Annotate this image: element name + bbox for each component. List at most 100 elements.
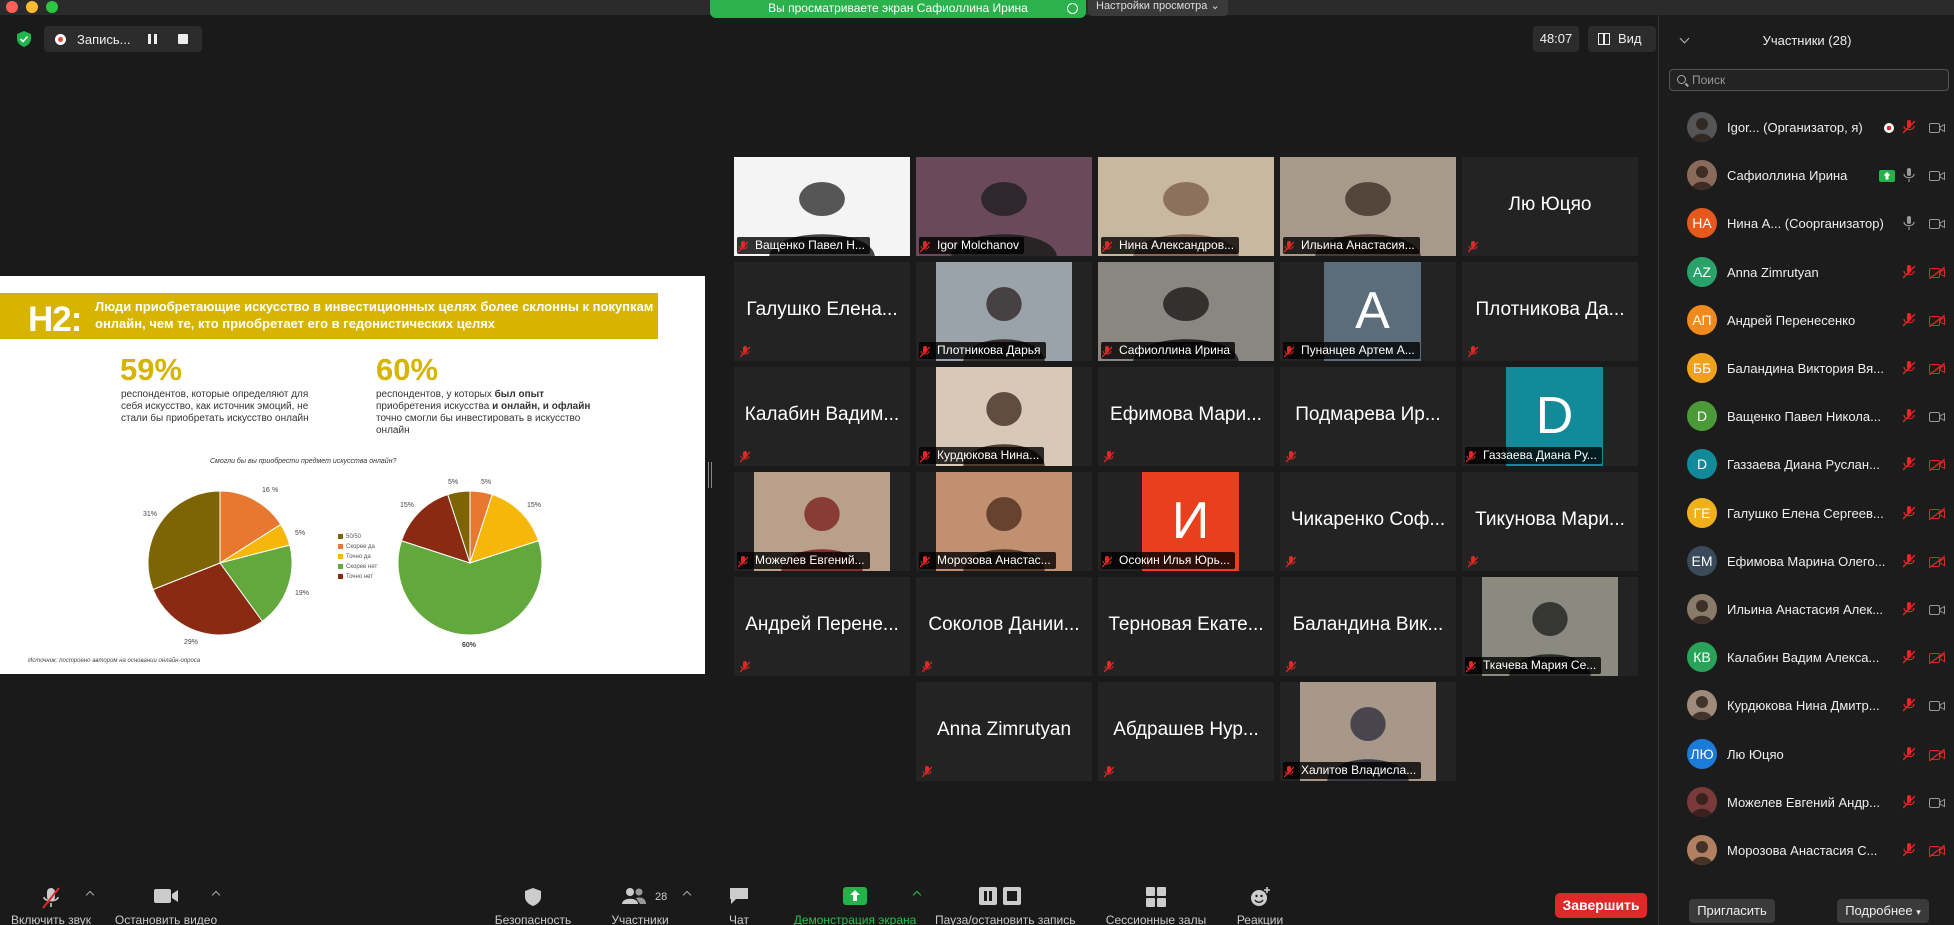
participant-row[interactable]: НА Нина А... (Соорганизатор)	[1659, 204, 1954, 242]
mic-muted-icon[interactable]	[1902, 120, 1916, 134]
video-tile[interactable]: Морозова Анастас...	[916, 472, 1092, 571]
video-tile[interactable]: D Газзаева Диана Ру...	[1462, 367, 1638, 466]
participant-row[interactable]: Сафиоллина Ирина	[1659, 156, 1954, 194]
participants-caret-icon[interactable]	[682, 890, 692, 900]
mic-muted-icon[interactable]	[1902, 264, 1916, 279]
more-button[interactable]: Подробнее ▾	[1837, 899, 1929, 923]
mic-muted-icon[interactable]	[1902, 312, 1916, 327]
video-tile[interactable]: Можелев Евгений...	[734, 472, 910, 571]
mic-muted-icon[interactable]	[1902, 794, 1916, 809]
camera-icon[interactable]	[1929, 217, 1945, 230]
mic-muted-icon[interactable]	[1902, 553, 1916, 568]
video-tile[interactable]: Калабин Вадим...	[734, 367, 910, 466]
video-tile[interactable]: Курдюкова Нина...	[916, 367, 1092, 466]
video-tile[interactable]: Ефимова Мари...	[1098, 367, 1274, 466]
split-view-resize-handle[interactable]	[708, 462, 712, 488]
participant-row[interactable]: ББ Баландина Виктория Вя...	[1659, 349, 1954, 387]
video-tile[interactable]: Баландина Вик...	[1280, 577, 1456, 676]
participant-row[interactable]: Igor... (Организатор, я)	[1659, 108, 1954, 146]
video-tile[interactable]: Чикаренко Соф...	[1280, 472, 1456, 571]
participant-row[interactable]: Морозова Анастасия С...	[1659, 831, 1954, 869]
camera-icon[interactable]	[1929, 603, 1945, 615]
video-tile[interactable]: Абдрашев Нур...	[1098, 682, 1274, 781]
video-tile[interactable]: Igor Molchanov	[916, 157, 1092, 256]
camera-icon[interactable]	[1929, 169, 1945, 182]
video-tile[interactable]: И Осокин Илья Юрь...	[1098, 472, 1274, 571]
mic-muted-icon[interactable]	[1902, 698, 1916, 712]
participant-row[interactable]: Ильина Анастасия Алек...	[1659, 590, 1954, 628]
mic-muted-icon[interactable]	[1902, 505, 1916, 520]
video-tile[interactable]: Подмарева Ир...	[1280, 367, 1456, 466]
participant-row[interactable]: ГЕ Галушко Елена Сергеев...	[1659, 494, 1954, 532]
share-screen-button[interactable]: Демонстрация экрана	[785, 878, 925, 925]
video-tile[interactable]: Лю Юцяо	[1462, 157, 1638, 256]
camera-off-icon[interactable]	[1928, 651, 1946, 665]
camera-icon[interactable]	[1929, 121, 1945, 133]
video-tile[interactable]: Галушко Елена...	[734, 262, 910, 361]
participant-row[interactable]: AZ Anna Zimrutyan	[1659, 253, 1954, 291]
mic-muted-icon[interactable]	[1902, 843, 1916, 857]
video-tile[interactable]: Халитов Владисла...	[1280, 682, 1456, 781]
mic-muted-icon[interactable]	[1902, 409, 1916, 423]
invite-button[interactable]: Пригласить	[1689, 899, 1775, 923]
stop-recording-icon[interactable]	[178, 34, 188, 44]
video-tile[interactable]: Плотникова Дарья	[916, 262, 1092, 361]
video-tile[interactable]: Тикунова Мари...	[1462, 472, 1638, 571]
participant-row[interactable]: КВ Калабин Вадим Алекса...	[1659, 638, 1954, 676]
video-tile[interactable]: Сафиоллина Ирина	[1098, 262, 1274, 361]
reactions-button[interactable]: Реакции	[1230, 878, 1290, 925]
security-button[interactable]: Безопасность	[488, 878, 578, 925]
participant-search-input[interactable]	[1692, 72, 1942, 88]
camera-off-icon[interactable]	[1928, 314, 1946, 328]
video-tile[interactable]: Нина Александров...	[1098, 157, 1274, 256]
video-tile[interactable]: Ткачева Мария Се...	[1462, 577, 1638, 676]
video-tile[interactable]: Ващенко Павел Н...	[734, 157, 910, 256]
camera-off-icon[interactable]	[1928, 748, 1946, 762]
mic-icon[interactable]	[1903, 168, 1915, 183]
unmute-button[interactable]: Включить звук	[0, 878, 102, 925]
camera-icon[interactable]	[1929, 796, 1945, 808]
minimize-window-button[interactable]	[26, 1, 38, 13]
view-options-menu[interactable]: Настройки просмотра ⌄	[1088, 0, 1228, 16]
camera-off-icon[interactable]	[1928, 458, 1946, 472]
close-window-button[interactable]	[6, 1, 18, 13]
video-tile[interactable]: Соколов Дании...	[916, 577, 1092, 676]
participant-row[interactable]: ЛЮ Лю Юцяо	[1659, 735, 1954, 773]
pause-recording-icon[interactable]	[148, 34, 157, 44]
mic-muted-icon[interactable]	[1902, 650, 1916, 664]
video-tile[interactable]: Андрей Перене...	[734, 577, 910, 676]
stop-video-button[interactable]: Остановить видео	[108, 878, 224, 925]
camera-off-icon[interactable]	[1928, 507, 1946, 521]
video-tile[interactable]: Anna Zimrutyan	[916, 682, 1092, 781]
chat-button[interactable]: Чат	[718, 878, 760, 925]
camera-icon[interactable]	[1929, 699, 1945, 712]
participant-row[interactable]: АП Андрей Перенесенко	[1659, 301, 1954, 339]
mic-muted-icon[interactable]	[1902, 746, 1916, 761]
end-meeting-button[interactable]: Завершить	[1555, 893, 1647, 918]
mic-muted-icon[interactable]	[1902, 361, 1916, 375]
view-button[interactable]: Вид	[1588, 26, 1656, 52]
stop-viewing-icon[interactable]	[1067, 3, 1078, 14]
video-tile[interactable]: Ильина Анастасия...	[1280, 157, 1456, 256]
camera-icon[interactable]	[1929, 410, 1945, 423]
camera-off-icon[interactable]	[1928, 362, 1946, 376]
participant-row[interactable]: Курдюкова Нина Дмитр...	[1659, 686, 1954, 724]
pause-stop-recording-button[interactable]: Пауза/остановить запись	[935, 878, 1075, 925]
encryption-shield-icon[interactable]	[17, 31, 31, 47]
mic-muted-icon[interactable]	[1902, 457, 1916, 471]
participants-button[interactable]: 28 Участники	[600, 878, 680, 925]
maximize-window-button[interactable]	[46, 1, 58, 13]
camera-off-icon[interactable]	[1928, 844, 1946, 858]
camera-off-icon[interactable]	[1928, 555, 1946, 569]
video-tile[interactable]: Плотникова Да...	[1462, 262, 1638, 361]
participant-row[interactable]: D Газзаева Диана Руслан...	[1659, 445, 1954, 483]
mic-icon[interactable]	[1903, 216, 1915, 231]
participant-row[interactable]: D Ващенко Павел Никола...	[1659, 397, 1954, 435]
participant-row[interactable]: ЕМ Ефимова Марина Олего...	[1659, 542, 1954, 580]
mic-muted-icon[interactable]	[1902, 602, 1916, 616]
video-tile[interactable]: Терновая Екате...	[1098, 577, 1274, 676]
participant-row[interactable]: Можелев Евгений Андр...	[1659, 783, 1954, 821]
camera-off-icon[interactable]	[1928, 266, 1946, 280]
breakout-rooms-button[interactable]: Сессионные залы	[1102, 878, 1210, 925]
video-tile[interactable]: A Пунанцев Артем А...	[1280, 262, 1456, 361]
